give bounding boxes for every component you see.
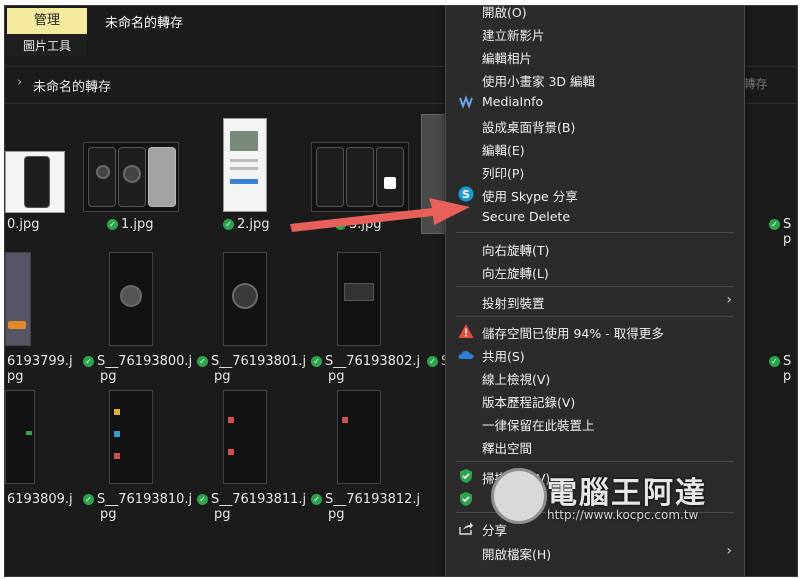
annotation-arrow-icon xyxy=(290,198,470,232)
